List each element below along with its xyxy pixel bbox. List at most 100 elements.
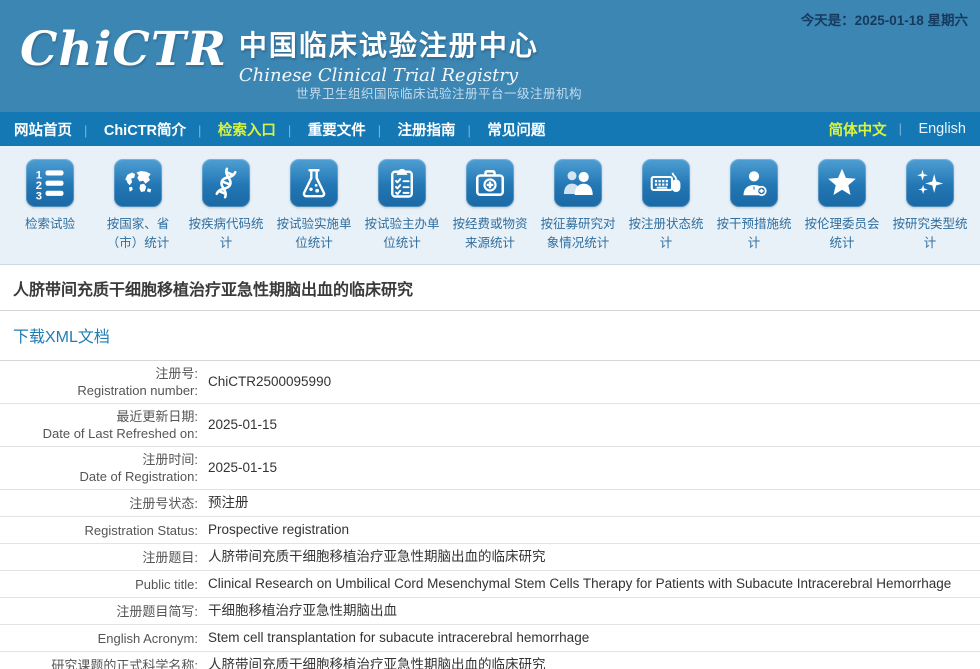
toolbar-item-label: 按国家、省（市）统计 [95, 215, 181, 254]
toolbar-item-label: 按伦理委员会统计 [799, 215, 885, 254]
row-label-en: English Acronym: [0, 630, 198, 647]
row-labels: Registration Status: [0, 522, 198, 539]
nav-item-link[interactable]: ChiCTR简介 [104, 123, 186, 139]
row-label-cn: 注册号状态: [0, 495, 198, 512]
toolbar-item-label: 按征募研究对象情况统计 [535, 215, 621, 254]
main-nav: 网站首页 ChiCTR简介 检索入口 重要文件 注册指南 常见问题 [0, 112, 980, 146]
lang-option-link[interactable]: 简体中文 [829, 123, 887, 139]
table-row: 注册时间: Date of Registration: 2025-01-15 [0, 447, 980, 490]
row-label-cn: 注册号: [0, 365, 198, 382]
row-value: Stem cell transplantation for subacute i… [198, 629, 589, 647]
download-xml-link[interactable]: 下载XML文档 [13, 329, 110, 346]
row-value: 人脐带间充质干细胞移植治疗亚急性期脑出血的临床研究 [198, 548, 546, 566]
nav-menu: 网站首页 ChiCTR简介 检索入口 重要文件 注册指南 常见问题 [14, 119, 545, 140]
nav-item[interactable]: 检索入口 [186, 119, 276, 140]
toolbar-item-label: 按注册状态统计 [623, 215, 709, 254]
toolbar-item-label: 按研究类型统计 [887, 215, 973, 254]
row-labels: 研究课题的正式科学名称: [0, 657, 198, 669]
toolbar-icon-tile[interactable] [26, 159, 74, 207]
doctor-icon [736, 165, 772, 201]
toolbar-item[interactable]: 按注册状态统计 [622, 159, 710, 264]
toolbar-icon-tile[interactable] [202, 159, 250, 207]
first-aid-icon [472, 165, 508, 201]
lang-option-link[interactable]: English [918, 121, 966, 137]
toolbar-item[interactable]: 按研究类型统计 [886, 159, 974, 264]
toolbar-icon-tile[interactable] [466, 159, 514, 207]
row-label-cn: 研究课题的正式科学名称: [0, 657, 198, 669]
toolbar-item[interactable]: 检索试验 [6, 159, 94, 264]
toolbar-item[interactable]: 按干预措施统计 [710, 159, 798, 264]
download-xml-row: 下载XML文档 [0, 311, 980, 361]
toolbar-item[interactable]: 按伦理委员会统计 [798, 159, 886, 264]
row-value: 2025-01-15 [198, 459, 277, 477]
toolbar-icon-tile[interactable] [818, 159, 866, 207]
toolbar-item-label: 按疾病代码统计 [183, 215, 269, 254]
row-labels: 注册题目简写: [0, 603, 198, 620]
toolbar-icon-tile[interactable] [642, 159, 690, 207]
flask-icon [296, 165, 332, 201]
nav-item[interactable]: ChiCTR简介 [72, 119, 186, 140]
toolbar-icon-tile[interactable] [290, 159, 338, 207]
numbered-list-icon [32, 165, 68, 201]
toolbar-item[interactable]: 按经费或物资来源统计 [446, 159, 534, 264]
nav-item[interactable]: 常见问题 [456, 119, 546, 140]
row-value: Clinical Research on Umbilical Cord Mese… [198, 575, 951, 593]
table-row: 注册题目: 人脐带间充质干细胞移植治疗亚急性期脑出血的临床研究 [0, 544, 980, 571]
lang-option[interactable]: English [887, 120, 966, 138]
row-value: 2025-01-15 [198, 416, 277, 434]
table-row: Registration Status: Prospective registr… [0, 517, 980, 544]
sparkles-icon [912, 165, 948, 201]
toolbar-item-label: 按试验实施单位统计 [271, 215, 357, 254]
site-brand[interactable]: ChiCTR 中国临床试验注册中心 Chinese Clinical Trial… [20, 20, 539, 86]
site-subtitle: 世界卫生组织国际临床试验注册平台一级注册机构 [296, 83, 582, 102]
toolbar-icon-tile[interactable] [554, 159, 602, 207]
table-row: 最近更新日期: Date of Last Refreshed on: 2025-… [0, 404, 980, 447]
row-value: 干细胞移植治疗亚急性期脑出血 [198, 602, 397, 620]
toolbar-icon-tile[interactable] [906, 159, 954, 207]
world-map-icon [120, 165, 156, 201]
row-label-en: Registration number: [0, 382, 198, 399]
nav-item[interactable]: 网站首页 [14, 119, 72, 140]
row-label-en: Registration Status: [0, 522, 198, 539]
nav-item-link[interactable]: 重要文件 [308, 123, 366, 139]
row-labels: 最近更新日期: Date of Last Refreshed on: [0, 408, 198, 442]
row-label-cn: 注册题目简写: [0, 603, 198, 620]
toolbar-item[interactable]: 按试验主办单位统计 [358, 159, 446, 264]
table-row: 注册号状态: 预注册 [0, 490, 980, 517]
nav-item-link[interactable]: 注册指南 [398, 123, 456, 139]
row-value: 预注册 [198, 494, 249, 512]
keyboard-mouse-icon [648, 165, 684, 201]
row-labels: Public title: [0, 576, 198, 593]
lang-option[interactable]: 简体中文 [829, 119, 887, 140]
page-title: 人脐带间充质干细胞移植治疗亚急性期脑出血的临床研究 [0, 265, 980, 311]
toolbar-item[interactable]: 按征募研究对象情况统计 [534, 159, 622, 264]
site-title-cn: 中国临床试验注册中心 [239, 24, 539, 64]
nav-item-link[interactable]: 检索入口 [218, 123, 276, 139]
toolbar-item[interactable]: 按疾病代码统计 [182, 159, 270, 264]
table-row: 注册号: Registration number: ChiCTR25000959… [0, 361, 980, 404]
row-label-cn: 最近更新日期: [0, 408, 198, 425]
nav-item-link[interactable]: 网站首页 [14, 123, 72, 139]
toolbar-item[interactable]: 按国家、省（市）统计 [94, 159, 182, 264]
row-labels: 注册题目: [0, 549, 198, 566]
nav-item[interactable]: 重要文件 [276, 119, 366, 140]
toolbar-item-label: 按经费或物资来源统计 [447, 215, 533, 254]
row-value: 人脐带间充质干细胞移植治疗亚急性期脑出血的临床研究 [198, 656, 546, 669]
row-labels: 注册时间: Date of Registration: [0, 451, 198, 485]
table-row: 研究课题的正式科学名称: 人脐带间充质干细胞移植治疗亚急性期脑出血的临床研究 [0, 652, 980, 669]
row-value: Prospective registration [198, 521, 349, 539]
star-icon [824, 165, 860, 201]
current-date: 今天是：2025-01-18 星期六 [801, 9, 968, 29]
toolbar-item[interactable]: 按试验实施单位统计 [270, 159, 358, 264]
toolbar-icon-tile[interactable] [730, 159, 778, 207]
row-label-en: Date of Registration: [0, 468, 198, 485]
nav-item[interactable]: 注册指南 [366, 119, 456, 140]
toolbar-icon-tile[interactable] [114, 159, 162, 207]
row-label-en: Public title: [0, 576, 198, 593]
toolbar-item-label: 按试验主办单位统计 [359, 215, 445, 254]
trial-detail-table: 注册号: Registration number: ChiCTR25000959… [0, 361, 980, 669]
statistics-toolbar: 检索试验 按国家、省（市）统计 按疾病代码统计 按试验实施单位统计 [0, 146, 980, 265]
chictr-logo: ChiCTR [20, 20, 227, 80]
toolbar-icon-tile[interactable] [378, 159, 426, 207]
nav-item-link[interactable]: 常见问题 [487, 123, 545, 139]
